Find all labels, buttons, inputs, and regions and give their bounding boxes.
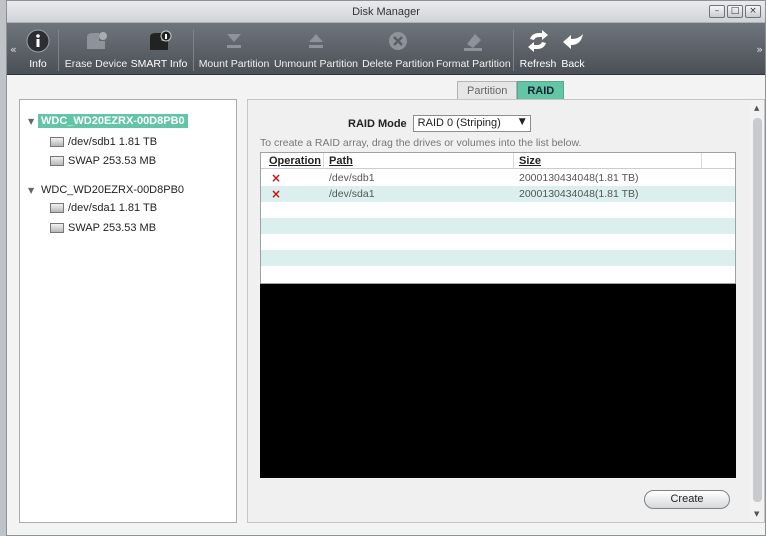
refresh-button[interactable]: Refresh — [518, 27, 558, 73]
table-row[interactable]: × /dev/sda1 2000130434048(1.81 TB) — [261, 186, 735, 202]
tree-partition-item[interactable]: SWAP 253.53 MB — [50, 220, 156, 236]
tree-partition-item[interactable]: /dev/sdb1 1.81 TB — [50, 134, 157, 150]
raid-mode-select[interactable]: RAID 0 (Striping) ▼ — [412, 115, 531, 132]
column-header-operation[interactable]: Operation — [269, 155, 321, 167]
unmount-partition-button-label: Unmount Partition — [273, 58, 359, 70]
tab-raid[interactable]: RAID — [517, 81, 565, 100]
mount-partition-button[interactable]: Mount Partition — [197, 27, 271, 73]
empty-row — [261, 218, 735, 234]
toolbar: « Info Erase Device SMART Info Mount Par… — [7, 23, 765, 75]
remove-icon[interactable]: × — [271, 187, 281, 201]
path-cell: /dev/sda1 — [329, 188, 375, 200]
empty-row — [261, 234, 735, 250]
path-cell: /dev/sdb1 — [329, 172, 375, 184]
column-divider[interactable] — [323, 153, 324, 169]
column-divider[interactable] — [701, 153, 702, 169]
erase-device-icon — [87, 32, 107, 49]
mount-partition-button-label: Mount Partition — [198, 58, 270, 70]
tab-bar: Partition RAID — [457, 81, 565, 100]
smart-info-button[interactable]: SMART Info — [129, 27, 189, 73]
raid-mode-row: RAID Mode RAID 0 (Striping) ▼ — [348, 115, 531, 132]
dropdown-arrow-icon: ▼ — [518, 117, 526, 127]
refresh-icon — [528, 30, 548, 52]
minimize-button[interactable]: – — [709, 5, 725, 18]
window-controls: – □ × — [709, 5, 761, 18]
tree-partition-item[interactable]: SWAP 253.53 MB — [50, 153, 156, 169]
scroll-up-icon[interactable]: ▲ — [754, 104, 759, 112]
back-button-label: Back — [561, 58, 585, 70]
partition-icon — [50, 203, 64, 213]
partition-label: SWAP 253.53 MB — [68, 155, 157, 167]
raid-members-table[interactable]: Operation Path Size × /dev/sdb1 20001304… — [260, 152, 736, 284]
erase-device-button[interactable]: Erase Device — [63, 27, 129, 73]
empty-row — [261, 250, 735, 266]
partition-label: /dev/sda1 1.81 TB — [68, 202, 158, 214]
disk-1-label[interactable]: WDC_WD20EZRX-00D8PB0 — [38, 114, 188, 128]
raid-hint-text: To create a RAID array, drag the drives … — [260, 137, 582, 149]
raid-mode-value: RAID 0 (Striping) — [417, 117, 501, 129]
toolbar-scroll-right-button[interactable]: » — [756, 43, 763, 56]
info-button[interactable]: Info — [23, 27, 53, 73]
title-bar[interactable]: Disk Manager – □ × — [7, 1, 765, 23]
drop-zone[interactable] — [260, 284, 736, 478]
size-cell: 2000130434048(1.81 TB) — [519, 172, 639, 184]
info-icon — [26, 29, 50, 53]
smart-info-button-label: SMART Info — [130, 58, 188, 70]
tab-partition[interactable]: Partition — [457, 81, 518, 100]
delete-partition-button-label: Delete Partition — [362, 58, 434, 70]
remove-icon[interactable]: × — [271, 171, 281, 185]
tree-disk-2[interactable]: ▼ WDC_WD20EZRX-00D8PB0 — [28, 182, 187, 198]
partition-icon — [50, 223, 64, 233]
erase-device-button-label: Erase Device — [64, 58, 128, 70]
column-divider[interactable] — [513, 153, 514, 169]
table-row[interactable]: × /dev/sdb1 2000130434048(1.81 TB) — [261, 170, 735, 186]
back-icon — [563, 34, 583, 49]
table-header: Operation Path Size — [261, 153, 735, 169]
scroll-down-icon[interactable]: ▼ — [754, 510, 759, 518]
tree-partition-item[interactable]: /dev/sda1 1.81 TB — [50, 200, 157, 216]
toolbar-divider — [513, 29, 514, 71]
smart-info-icon — [150, 30, 172, 50]
raid-mode-label: RAID Mode — [348, 117, 407, 130]
delete-partition-button[interactable]: Delete Partition — [360, 27, 436, 73]
disk-tree: ▼ WDC_WD20EZRX-00D8PB0 /dev/sdb1 1.81 TB… — [19, 99, 237, 523]
content-area: ▼ WDC_WD20EZRX-00D8PB0 /dev/sdb1 1.81 TB… — [19, 99, 765, 523]
disk-2-label[interactable]: WDC_WD20EZRX-00D8PB0 — [38, 183, 187, 197]
column-header-path[interactable]: Path — [329, 155, 353, 167]
toolbar-divider — [58, 29, 59, 71]
partition-label: SWAP 253.53 MB — [68, 222, 157, 234]
format-icon — [464, 34, 482, 51]
expand-triangle-icon[interactable]: ▼ — [28, 117, 38, 126]
mount-icon — [227, 34, 241, 48]
back-button[interactable]: Back — [558, 27, 588, 73]
format-partition-button-label: Format Partition — [436, 58, 511, 70]
info-button-label: Info — [29, 58, 47, 70]
raid-panel: RAID Mode RAID 0 (Striping) ▼ To create … — [247, 99, 765, 523]
close-button[interactable]: × — [745, 5, 761, 18]
window-title: Disk Manager — [352, 6, 420, 18]
size-cell: 2000130434048(1.81 TB) — [519, 188, 639, 200]
toolbar-scroll-left-button[interactable]: « — [10, 43, 17, 56]
vertical-scrollbar[interactable]: ▲ ▼ — [751, 100, 764, 522]
unmount-icon — [309, 34, 323, 48]
partition-icon — [50, 137, 64, 147]
maximize-button[interactable]: □ — [727, 5, 743, 18]
partition-label: /dev/sdb1 1.81 TB — [68, 136, 158, 148]
empty-row — [261, 266, 735, 282]
format-partition-button[interactable]: Format Partition — [436, 27, 511, 73]
scrollbar-thumb[interactable] — [753, 118, 762, 502]
column-header-size[interactable]: Size — [519, 155, 541, 167]
unmount-partition-button[interactable]: Unmount Partition — [272, 27, 360, 73]
expand-triangle-icon[interactable]: ▼ — [28, 186, 38, 195]
toolbar-divider — [193, 29, 194, 71]
refresh-button-label: Refresh — [519, 58, 557, 70]
empty-row — [261, 202, 735, 218]
disk-manager-window: Disk Manager – □ × « Info Erase Device S… — [6, 0, 766, 536]
create-button[interactable]: Create — [644, 490, 730, 509]
tree-disk-1[interactable]: ▼ WDC_WD20EZRX-00D8PB0 — [28, 113, 188, 129]
delete-partition-icon — [389, 32, 407, 50]
partition-icon — [50, 156, 64, 166]
